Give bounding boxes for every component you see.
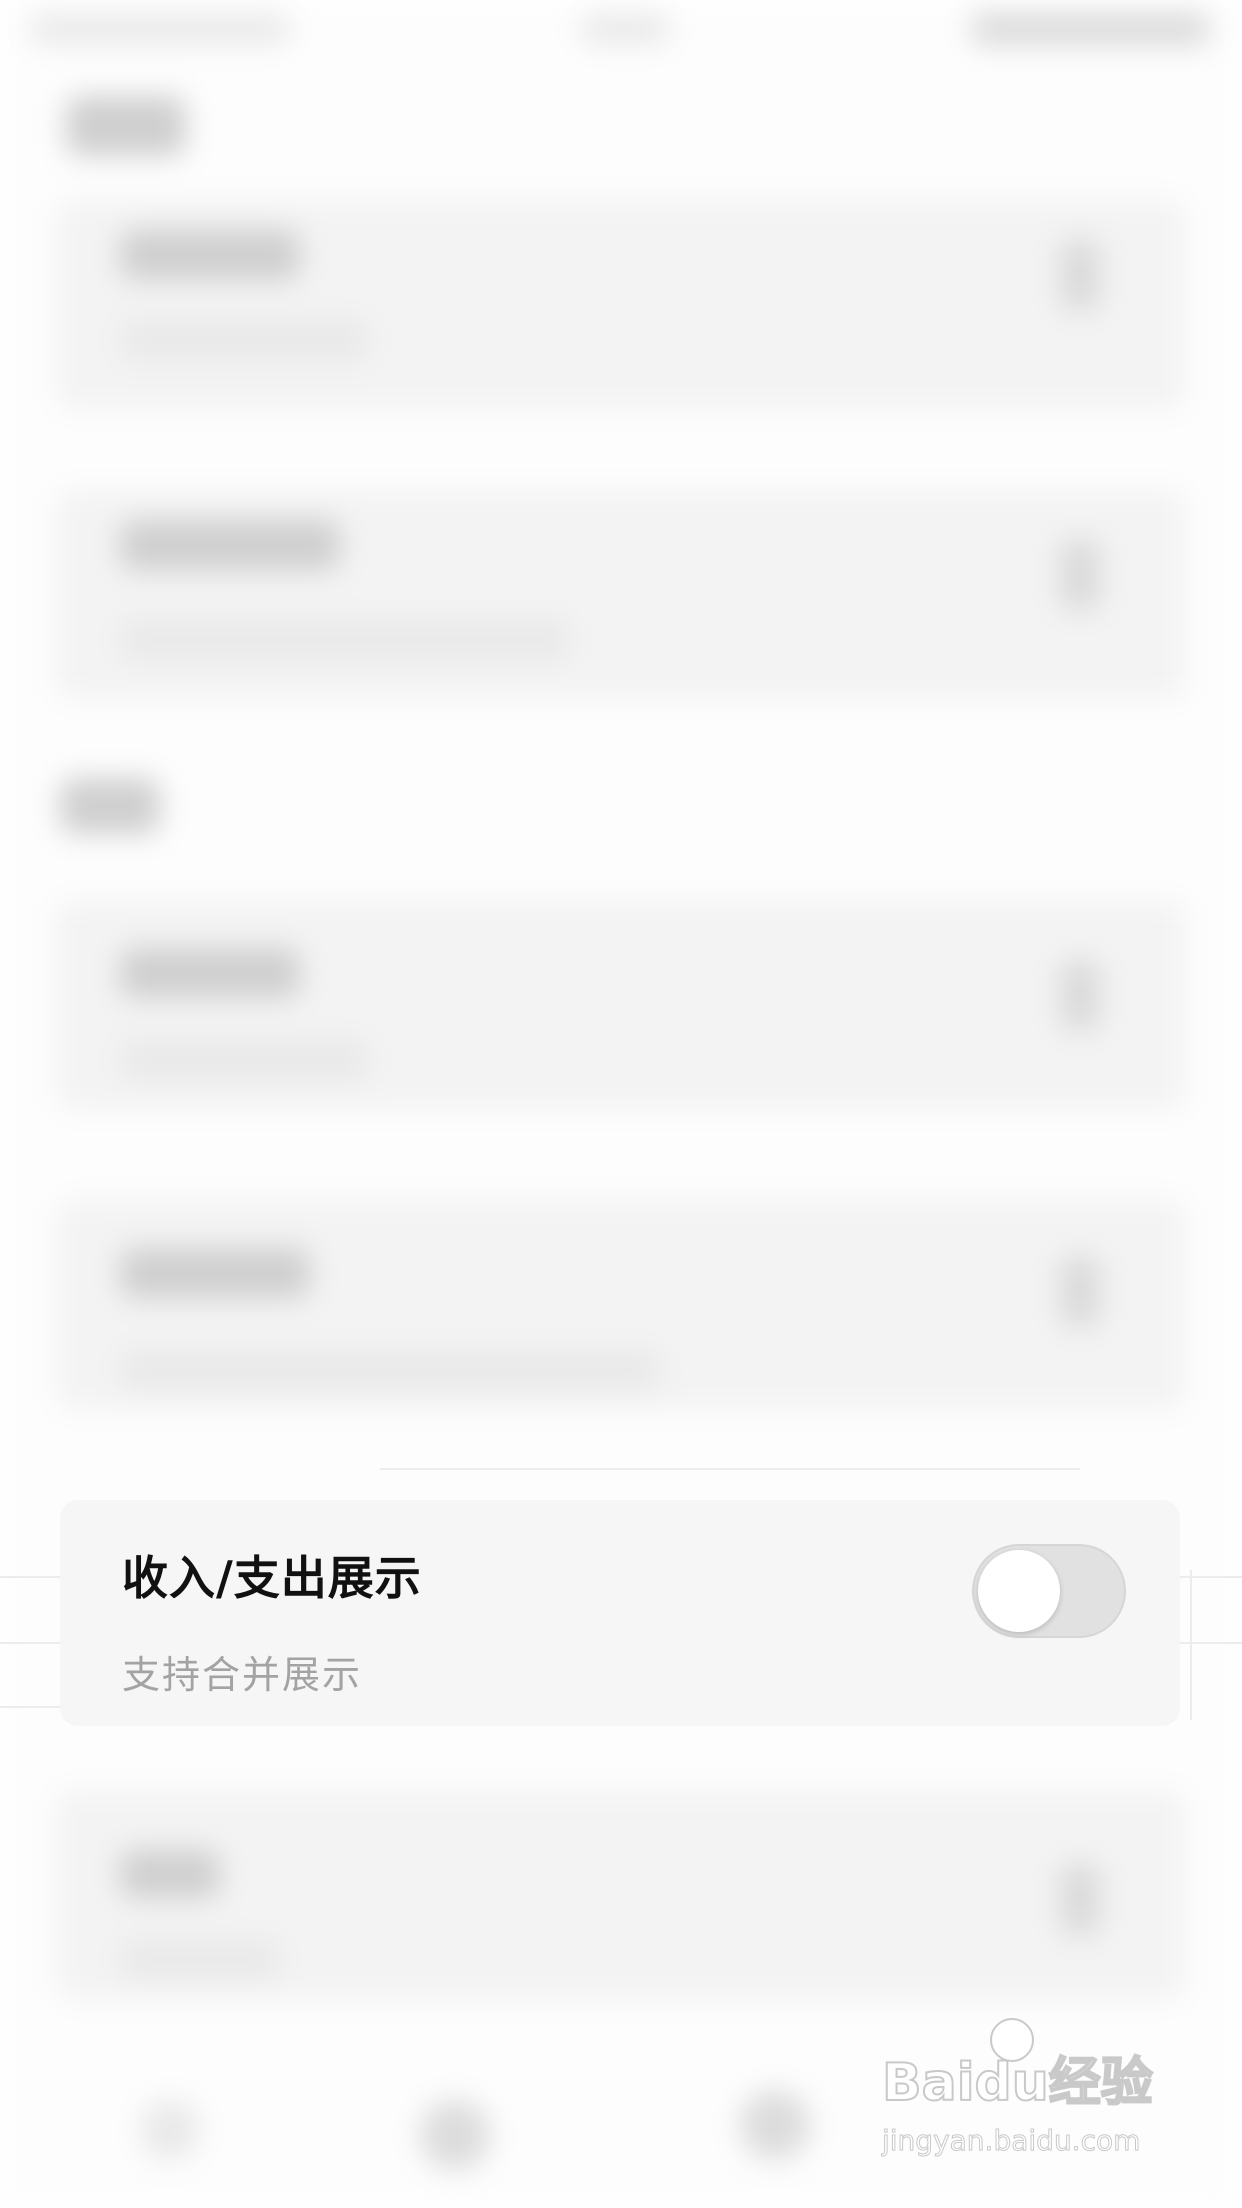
card-1-title xyxy=(120,230,300,280)
card-4-title xyxy=(120,1248,310,1298)
toggle-knob xyxy=(978,1550,1060,1632)
section-header-1 xyxy=(66,96,186,156)
chevron-right-icon xyxy=(1060,1256,1100,1326)
watermark-logo: Baidu经验 xyxy=(881,2052,1154,2114)
blurred-background xyxy=(0,0,1242,2208)
status-bar-right xyxy=(970,12,1210,46)
chevron-right-icon xyxy=(1060,540,1100,610)
chevron-right-icon xyxy=(1060,1864,1100,1934)
tab-icon-1 xyxy=(140,2100,200,2160)
card-subtitle: 支持合并展示 xyxy=(122,1653,363,1697)
tab-icon-2 xyxy=(420,2100,490,2170)
grid-line xyxy=(0,1642,60,1644)
card-2-subtitle xyxy=(120,620,570,660)
grid-line xyxy=(0,1576,60,1578)
card-5-subtitle xyxy=(120,1940,280,1980)
card-4-subtitle xyxy=(120,1350,660,1390)
card-3-subtitle xyxy=(120,1040,370,1080)
card-title: 收入/支出展示 xyxy=(122,1551,422,1605)
grid-line xyxy=(1190,1570,1192,1720)
baidu-jingyan-watermark: Baidu经验 jingyan.baidu.com xyxy=(881,2018,1182,2178)
card-2-title xyxy=(120,520,340,570)
grid-line xyxy=(0,1706,60,1708)
card-5-title xyxy=(120,1850,220,1898)
section-header-2 xyxy=(60,778,160,834)
card-1-subtitle xyxy=(120,320,370,360)
status-bar-left xyxy=(30,14,290,44)
watermark-url: jingyan.baidu.com xyxy=(881,2124,1141,2158)
income-expense-display-card: 收入/支出展示 支持合并展示 xyxy=(60,1500,1180,1726)
chevron-right-icon xyxy=(1060,240,1100,310)
tab-icon-3 xyxy=(740,2090,810,2160)
chevron-right-icon xyxy=(1060,960,1100,1030)
status-bar-center xyxy=(580,14,670,44)
card-3-title xyxy=(120,948,300,998)
grid-line xyxy=(380,1468,1080,1470)
income-expense-toggle[interactable] xyxy=(972,1544,1126,1638)
